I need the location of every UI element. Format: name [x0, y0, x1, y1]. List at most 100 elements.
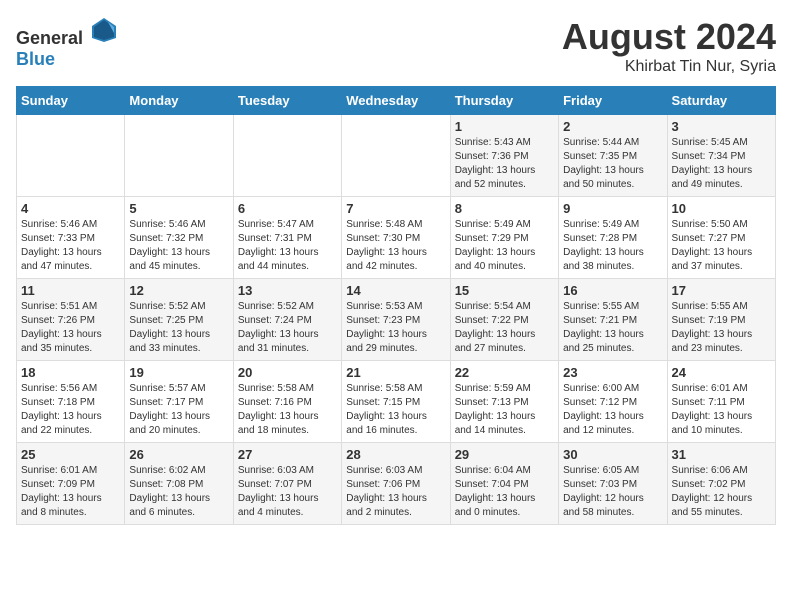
logo: General Blue: [16, 16, 118, 70]
day-info: Sunrise: 5:56 AM Sunset: 7:18 PM Dayligh…: [21, 382, 120, 438]
weekday-header: Thursday: [450, 87, 558, 115]
calendar-cell: 3 Sunrise: 5:45 AM Sunset: 7:34 PM Daylig…: [667, 115, 775, 197]
day-number: 2: [563, 119, 662, 134]
day-info: Sunrise: 5:48 AM Sunset: 7:30 PM Dayligh…: [346, 218, 445, 274]
calendar-cell: 21Sunrise: 5:58 AM Sunset: 7:15 PM Dayli…: [342, 361, 450, 443]
calendar-cell: 14 Sunrise: 5:53 AM Sunset: 7:23 PM Dayli…: [342, 279, 450, 361]
calendar-cell: [342, 115, 450, 197]
day-info: Sunrise: 5:47 AM Sunset: 7:31 PM Dayligh…: [238, 218, 337, 274]
day-number: 20: [238, 365, 337, 380]
weekday-header: Sunday: [17, 87, 125, 115]
day-info: Sunrise: 5:49 AM Sunset: 7:28 PM Dayligh…: [563, 218, 662, 274]
calendar-cell: 19Sunrise: 5:57 AM Sunset: 7:17 PM Dayli…: [125, 361, 233, 443]
day-info: Sunrise: 5:53 AM Sunset: 7:23 PM Dayligh…: [346, 300, 445, 356]
calendar-cell: 11 Sunrise: 5:51 AM Sunset: 7:26 PM Dayli…: [17, 279, 125, 361]
page-header: General Blue August 2024 Khirbat Tin Nur…: [16, 16, 776, 76]
day-number: 3: [672, 119, 771, 134]
day-info: Sunrise: 5:46 AM Sunset: 7:32 PM Dayligh…: [129, 218, 228, 274]
weekday-header: Saturday: [667, 87, 775, 115]
day-info: Sunrise: 5:52 AM Sunset: 7:25 PM Dayligh…: [129, 300, 228, 356]
day-info: Sunrise: 6:06 AM Sunset: 7:02 PM Dayligh…: [672, 464, 771, 520]
day-info: Sunrise: 5:44 AM Sunset: 7:35 PM Dayligh…: [563, 136, 662, 192]
calendar-cell: 8 Sunrise: 5:49 AM Sunset: 7:29 PM Daylig…: [450, 197, 558, 279]
calendar-cell: 25Sunrise: 6:01 AM Sunset: 7:09 PM Dayli…: [17, 443, 125, 525]
day-number: 14: [346, 283, 445, 298]
calendar-week-row: 4 Sunrise: 5:46 AM Sunset: 7:33 PM Daylig…: [17, 197, 776, 279]
calendar-title: August 2024: [562, 16, 776, 58]
weekday-header: Tuesday: [233, 87, 341, 115]
day-number: 4: [21, 201, 120, 216]
calendar-week-row: 11 Sunrise: 5:51 AM Sunset: 7:26 PM Dayli…: [17, 279, 776, 361]
logo-text: General Blue: [16, 16, 118, 70]
title-area: August 2024 Khirbat Tin Nur, Syria: [562, 16, 776, 76]
calendar-cell: 17Sunrise: 5:55 AM Sunset: 7:19 PM Dayli…: [667, 279, 775, 361]
day-info: Sunrise: 5:43 AM Sunset: 7:36 PM Dayligh…: [455, 136, 554, 192]
day-info: Sunrise: 6:02 AM Sunset: 7:08 PM Dayligh…: [129, 464, 228, 520]
calendar-subtitle: Khirbat Tin Nur, Syria: [562, 58, 776, 76]
calendar-cell: 26 Sunrise: 6:02 AM Sunset: 7:08 PM Dayli…: [125, 443, 233, 525]
calendar-cell: 31 Sunrise: 6:06 AM Sunset: 7:02 PM Dayli…: [667, 443, 775, 525]
day-info: Sunrise: 5:54 AM Sunset: 7:22 PM Dayligh…: [455, 300, 554, 356]
day-number: 24: [672, 365, 771, 380]
day-number: 28: [346, 447, 445, 462]
weekday-header-row: SundayMondayTuesdayWednesdayThursdayFrid…: [17, 87, 776, 115]
calendar-cell: 13Sunrise: 5:52 AM Sunset: 7:24 PM Dayli…: [233, 279, 341, 361]
day-number: 16: [563, 283, 662, 298]
day-number: 30: [563, 447, 662, 462]
day-info: Sunrise: 5:57 AM Sunset: 7:17 PM Dayligh…: [129, 382, 228, 438]
calendar-week-row: 1 Sunrise: 5:43 AM Sunset: 7:36 PM Daylig…: [17, 115, 776, 197]
day-info: Sunrise: 6:01 AM Sunset: 7:11 PM Dayligh…: [672, 382, 771, 438]
calendar-cell: 9 Sunrise: 5:49 AM Sunset: 7:28 PM Daylig…: [559, 197, 667, 279]
calendar-cell: 29Sunrise: 6:04 AM Sunset: 7:04 PM Dayli…: [450, 443, 558, 525]
weekday-header: Monday: [125, 87, 233, 115]
weekday-header: Friday: [559, 87, 667, 115]
day-info: Sunrise: 5:51 AM Sunset: 7:26 PM Dayligh…: [21, 300, 120, 356]
day-info: Sunrise: 5:45 AM Sunset: 7:34 PM Dayligh…: [672, 136, 771, 192]
calendar-cell: 2 Sunrise: 5:44 AM Sunset: 7:35 PM Daylig…: [559, 115, 667, 197]
weekday-header: Wednesday: [342, 87, 450, 115]
calendar-cell: 30Sunrise: 6:05 AM Sunset: 7:03 PM Dayli…: [559, 443, 667, 525]
day-info: Sunrise: 6:00 AM Sunset: 7:12 PM Dayligh…: [563, 382, 662, 438]
calendar-cell: 7Sunrise: 5:48 AM Sunset: 7:30 PM Daylig…: [342, 197, 450, 279]
calendar-cell: 20 Sunrise: 5:58 AM Sunset: 7:16 PM Dayli…: [233, 361, 341, 443]
calendar-cell: 27 Sunrise: 6:03 AM Sunset: 7:07 PM Dayli…: [233, 443, 341, 525]
day-info: Sunrise: 5:50 AM Sunset: 7:27 PM Dayligh…: [672, 218, 771, 274]
calendar-cell: 22 Sunrise: 5:59 AM Sunset: 7:13 PM Dayli…: [450, 361, 558, 443]
day-number: 6: [238, 201, 337, 216]
day-number: 15: [455, 283, 554, 298]
day-info: Sunrise: 5:59 AM Sunset: 7:13 PM Dayligh…: [455, 382, 554, 438]
calendar-cell: 5Sunrise: 5:46 AM Sunset: 7:32 PM Daylig…: [125, 197, 233, 279]
calendar-cell: 23Sunrise: 6:00 AM Sunset: 7:12 PM Dayli…: [559, 361, 667, 443]
calendar-cell: 6 Sunrise: 5:47 AM Sunset: 7:31 PM Daylig…: [233, 197, 341, 279]
day-number: 11: [21, 283, 120, 298]
calendar-cell: [233, 115, 341, 197]
day-info: Sunrise: 5:46 AM Sunset: 7:33 PM Dayligh…: [21, 218, 120, 274]
day-info: Sunrise: 5:55 AM Sunset: 7:19 PM Dayligh…: [672, 300, 771, 356]
day-number: 12: [129, 283, 228, 298]
day-info: Sunrise: 5:52 AM Sunset: 7:24 PM Dayligh…: [238, 300, 337, 356]
day-number: 8: [455, 201, 554, 216]
calendar-cell: 12 Sunrise: 5:52 AM Sunset: 7:25 PM Dayli…: [125, 279, 233, 361]
day-number: 31: [672, 447, 771, 462]
calendar-cell: 18Sunrise: 5:56 AM Sunset: 7:18 PM Dayli…: [17, 361, 125, 443]
day-number: 1: [455, 119, 554, 134]
day-number: 27: [238, 447, 337, 462]
calendar-cell: [125, 115, 233, 197]
day-number: 22: [455, 365, 554, 380]
day-info: Sunrise: 6:04 AM Sunset: 7:04 PM Dayligh…: [455, 464, 554, 520]
calendar-cell: 10Sunrise: 5:50 AM Sunset: 7:27 PM Dayli…: [667, 197, 775, 279]
day-info: Sunrise: 5:55 AM Sunset: 7:21 PM Dayligh…: [563, 300, 662, 356]
calendar-cell: 15 Sunrise: 5:54 AM Sunset: 7:22 PM Dayli…: [450, 279, 558, 361]
calendar-cell: 24 Sunrise: 6:01 AM Sunset: 7:11 PM Dayli…: [667, 361, 775, 443]
day-number: 9: [563, 201, 662, 216]
calendar-cell: 28Sunrise: 6:03 AM Sunset: 7:06 PM Dayli…: [342, 443, 450, 525]
calendar-cell: 4 Sunrise: 5:46 AM Sunset: 7:33 PM Daylig…: [17, 197, 125, 279]
day-info: Sunrise: 5:58 AM Sunset: 7:15 PM Dayligh…: [346, 382, 445, 438]
calendar-cell: 16 Sunrise: 5:55 AM Sunset: 7:21 PM Dayli…: [559, 279, 667, 361]
day-number: 26: [129, 447, 228, 462]
day-info: Sunrise: 5:49 AM Sunset: 7:29 PM Dayligh…: [455, 218, 554, 274]
day-info: Sunrise: 6:01 AM Sunset: 7:09 PM Dayligh…: [21, 464, 120, 520]
logo-general: General: [16, 28, 83, 48]
day-info: Sunrise: 5:58 AM Sunset: 7:16 PM Dayligh…: [238, 382, 337, 438]
day-info: Sunrise: 6:03 AM Sunset: 7:07 PM Dayligh…: [238, 464, 337, 520]
